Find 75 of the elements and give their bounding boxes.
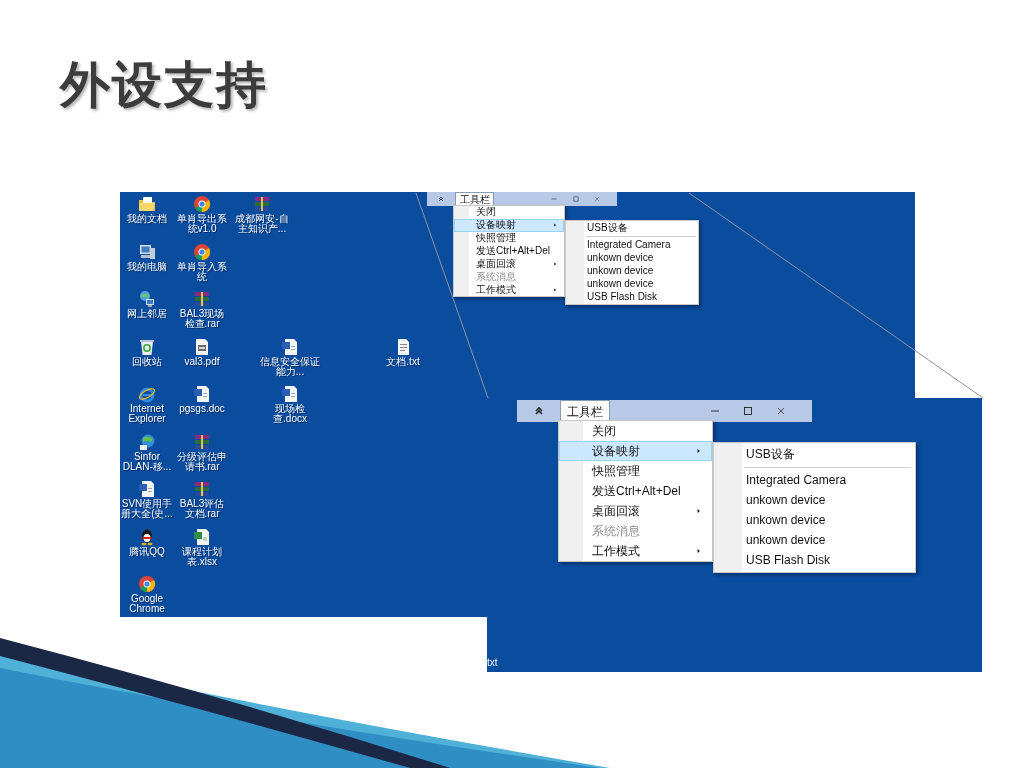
icon-label: 腾讯QQ bbox=[129, 546, 165, 557]
menu-item[interactable]: 发送Ctrl+Alt+Del bbox=[559, 481, 712, 501]
submenu-item[interactable]: unkown device bbox=[566, 277, 699, 291]
document-icon[interactable] bbox=[138, 480, 156, 498]
document-icon[interactable] bbox=[193, 385, 211, 403]
folder-icon[interactable] bbox=[138, 195, 156, 213]
toolbar-tab[interactable]: 工具栏 bbox=[454, 192, 495, 207]
icon-label: 文档.txt bbox=[386, 356, 420, 367]
close-icon bbox=[775, 406, 786, 416]
recycle-bin-icon[interactable] bbox=[138, 337, 156, 356]
browser-icon[interactable] bbox=[138, 385, 156, 403]
icon-label: 分级评估申请书.rar bbox=[176, 451, 228, 472]
submenu-item[interactable]: Integrated Camera bbox=[714, 470, 915, 490]
icon-label: BAL3现场检查.rar bbox=[178, 309, 226, 329]
collapse-icon bbox=[533, 406, 544, 416]
network-icon[interactable] bbox=[138, 290, 156, 308]
menu-item[interactable]: 工作模式 bbox=[559, 541, 712, 561]
browser-icon[interactable] bbox=[138, 575, 156, 593]
submenu-header: USB设备 bbox=[586, 220, 629, 235]
archive-icon[interactable] bbox=[193, 290, 211, 308]
submenu-item[interactable]: Integrated Camera bbox=[566, 238, 699, 252]
spreadsheet-icon[interactable] bbox=[193, 527, 211, 546]
submenu-item[interactable]: unkown device bbox=[566, 264, 699, 278]
menu-item[interactable]: 设备映射 bbox=[559, 441, 712, 461]
maximize-icon bbox=[572, 196, 579, 203]
menu-item[interactable]: 桌面回滚 bbox=[559, 501, 712, 521]
icon-label: 信息安全保证能力... bbox=[259, 356, 321, 377]
archive-icon[interactable] bbox=[193, 480, 211, 498]
submenu-item[interactable]: unkown device bbox=[714, 530, 915, 550]
close-icon bbox=[593, 196, 600, 203]
submenu-item[interactable]: USB Flash Disk bbox=[714, 550, 915, 570]
menu-item[interactable]: 关闭 bbox=[454, 205, 565, 219]
icon-label: 网上邻居 bbox=[127, 309, 167, 319]
icon-label: BAL3评估文档.rar bbox=[178, 499, 226, 519]
icon-label: 单肖导出系统v1.0 bbox=[176, 214, 228, 234]
submenu-item[interactable]: unkown device bbox=[714, 490, 915, 510]
slide-title: 外设支持 bbox=[60, 60, 268, 110]
archive-icon[interactable] bbox=[253, 195, 271, 213]
menu-item[interactable]: 快照管理 bbox=[454, 231, 565, 245]
computer-icon[interactable] bbox=[138, 242, 156, 261]
submenu-item[interactable]: unkown device bbox=[714, 510, 915, 530]
document-icon[interactable] bbox=[193, 337, 211, 356]
document-icon[interactable] bbox=[281, 337, 299, 356]
archive-icon[interactable] bbox=[193, 432, 211, 451]
icon-label: 成都网安-自主知识产... bbox=[234, 214, 290, 234]
menu-item[interactable]: 关闭 bbox=[559, 421, 712, 441]
maximize-icon bbox=[742, 406, 753, 416]
icon-label: txt bbox=[487, 658, 498, 668]
menu-item[interactable]: 快照管理 bbox=[559, 461, 712, 481]
document-icon[interactable] bbox=[281, 385, 299, 403]
browser-icon[interactable] bbox=[193, 195, 211, 213]
icon-label: 课程计划表.xlsx bbox=[181, 546, 223, 567]
menu-item[interactable]: 工作模式 bbox=[454, 283, 565, 297]
icon-label: val3.pdf bbox=[184, 356, 220, 367]
icon-label: Sinfor DLAN-移... bbox=[121, 451, 173, 472]
icon-label: SVN使用手册大全(史... bbox=[120, 499, 174, 519]
icon-label: 现场检查.docx bbox=[272, 404, 308, 424]
collapse-icon bbox=[437, 196, 444, 203]
icon-label: Google Chrome bbox=[128, 594, 166, 614]
browser-icon[interactable] bbox=[193, 242, 211, 261]
submenu-header: USB设备 bbox=[745, 446, 796, 463]
icon-label: Internet Explorer bbox=[127, 404, 167, 424]
toolbar-tab[interactable]: 工具栏 bbox=[560, 400, 610, 422]
globe-icon[interactable] bbox=[138, 432, 156, 451]
icon-label: 我的电脑 bbox=[127, 261, 167, 272]
minimize-icon bbox=[551, 196, 558, 203]
icon-label: 我的文档 bbox=[127, 214, 167, 224]
menu-item[interactable]: 发送Ctrl+Alt+Del bbox=[454, 244, 565, 258]
icon-label: 回收站 bbox=[132, 356, 162, 367]
submenu-item[interactable]: USB Flash Disk bbox=[566, 290, 699, 303]
icon-label: 单肖导入系统 bbox=[176, 261, 228, 282]
menu-item[interactable]: 设备映射 bbox=[454, 218, 565, 232]
icon-label: pgsgs.doc bbox=[179, 404, 225, 414]
menu-item[interactable]: 桌面回滚 bbox=[454, 257, 565, 271]
submenu-item[interactable]: unkown device bbox=[566, 251, 699, 265]
